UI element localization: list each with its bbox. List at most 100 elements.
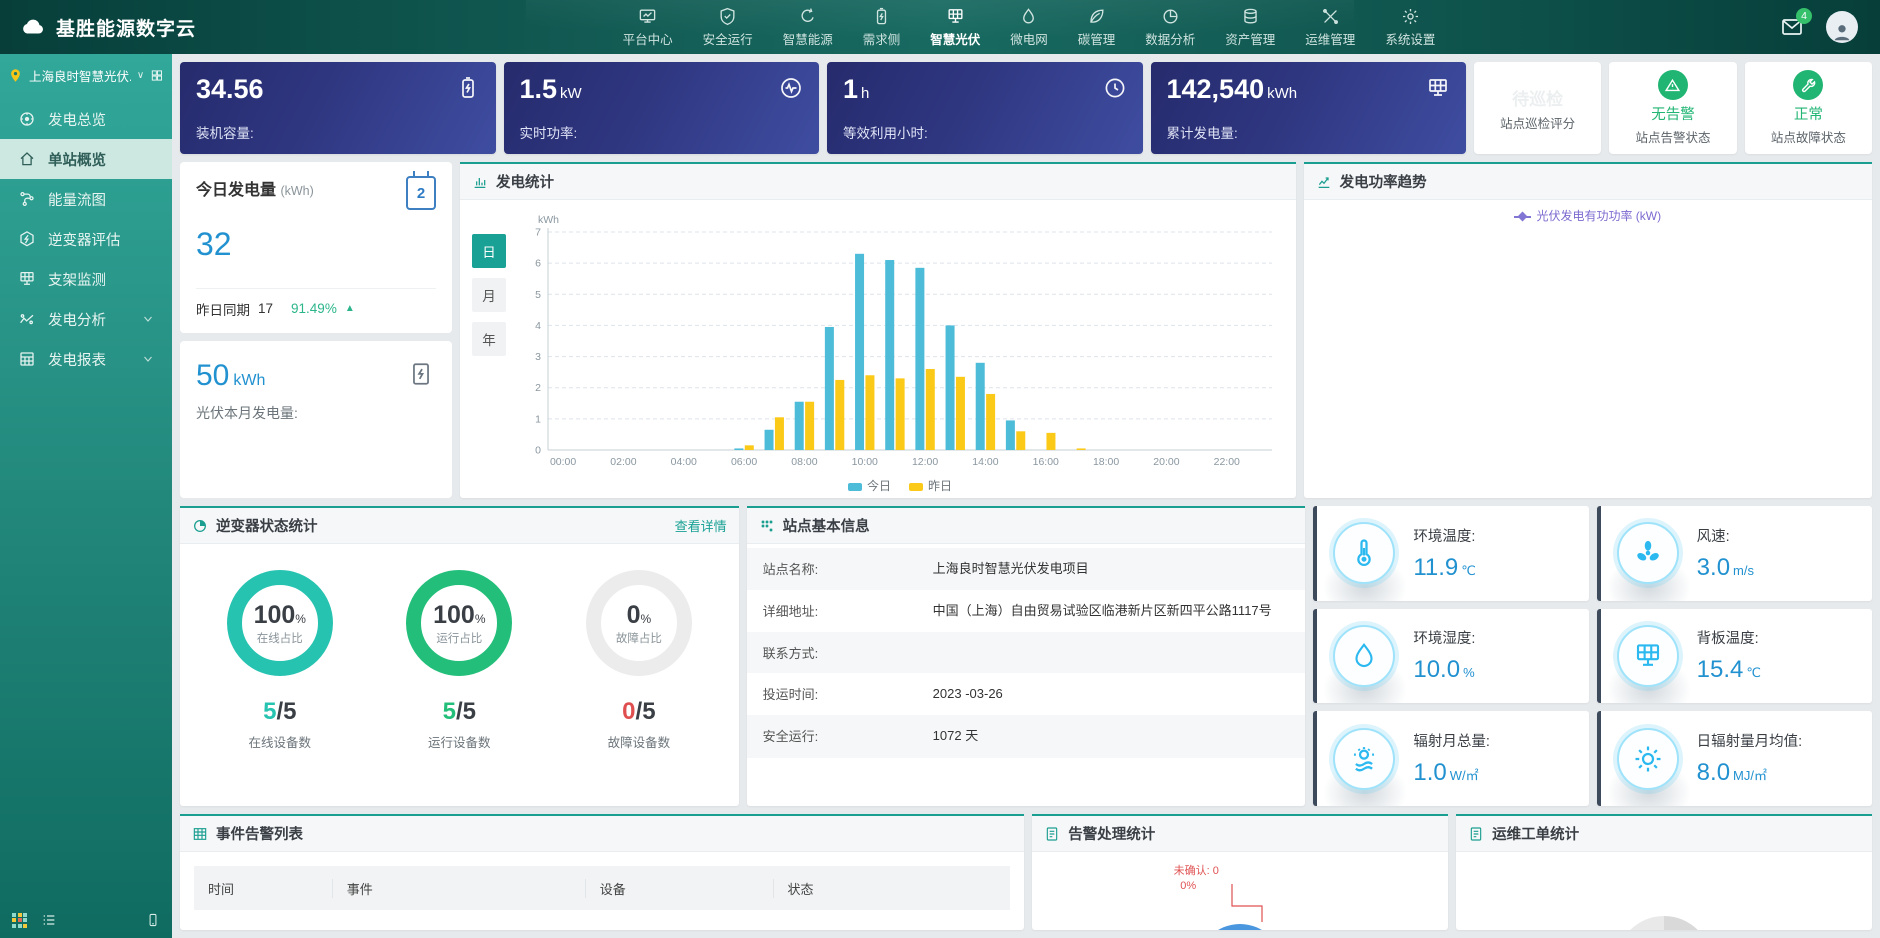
site-info-panel: 站点基本信息 站点名称: 上海良时智慧光伏发电项目 详细地址: 中国（上海）自由…: [747, 506, 1306, 806]
month-generation-label: 光伏本月发电量:: [196, 403, 436, 423]
power-trend-panel: 发电功率趋势 024681000:0002:0004:0006:0008:001…: [1304, 162, 1872, 498]
nav-item-label: 需求侧: [863, 29, 901, 48]
station-name: 上海良时智慧光伏...: [29, 66, 131, 85]
panel-header: 站点基本信息: [747, 508, 1306, 544]
nav-item[interactable]: 安全运行: [701, 3, 755, 52]
view-details-link[interactable]: 查看详情: [675, 516, 727, 535]
status-card: 正常 站点故障状态: [1745, 62, 1872, 154]
station-grid-button[interactable]: [150, 68, 164, 83]
status-card: 无告警 站点告警状态: [1609, 62, 1736, 154]
panel-title: 告警处理统计: [1068, 823, 1155, 844]
nav-item[interactable]: 数据分析: [1143, 3, 1197, 52]
panel-title: 逆变器状态统计: [216, 515, 318, 536]
panel-header: 发电功率趋势: [1304, 164, 1872, 200]
weather-icon: [1349, 744, 1379, 774]
mobile-icon[interactable]: [146, 913, 160, 927]
sidebar-item[interactable]: 能量流图: [0, 179, 172, 219]
brand: 基胜能源数字云: [0, 14, 300, 41]
nav-item-icon: [718, 7, 737, 26]
nav-item[interactable]: 碳管理: [1076, 3, 1118, 52]
legend-item[interactable]: 今日: [848, 477, 891, 494]
sidebar-item[interactable]: 发电报表: [0, 339, 172, 379]
sidebar-item[interactable]: 发电分析: [0, 299, 172, 339]
sidebar-item-label: 单站概览: [48, 149, 106, 170]
alarm-callout: 未确认: 0 0%: [1174, 862, 1219, 892]
power-line-chart[interactable]: 024681000:0002:0004:0006:0008:0010:0012:…: [1312, 208, 1864, 226]
list-icon[interactable]: [41, 912, 57, 928]
nav-item[interactable]: 智慧光伏: [928, 3, 982, 52]
weather-value: 15.4℃: [1697, 656, 1761, 684]
status-icon: [1793, 70, 1823, 100]
stat-icon: [456, 76, 480, 100]
nav-right: 4: [1758, 11, 1880, 43]
work-order-panel: 运维工单统计: [1456, 814, 1872, 930]
donut-percent: 100%: [433, 601, 485, 630]
top-navbar: 基胜能源数字云 平台中心 安全运行 智慧能源 需求侧 智慧光伏 微电网: [0, 0, 1880, 54]
period-tabs: 日月年: [470, 210, 512, 496]
panel-header: 告警处理统计: [1032, 816, 1448, 852]
panel-title: 运维工单统计: [1492, 823, 1579, 844]
table-icon: [192, 826, 208, 842]
pie-chart-icon: [192, 518, 208, 534]
work-order-pie-chart[interactable]: [1616, 916, 1712, 930]
chevron-down-icon: ∨: [137, 70, 144, 81]
palette-grid-icon[interactable]: [12, 913, 27, 928]
svg-text:1: 1: [535, 413, 541, 425]
panel-title: 发电统计: [496, 171, 554, 192]
weather-value: 11.9℃: [1413, 554, 1476, 582]
sidebar-item-label: 逆变器评估: [48, 229, 121, 250]
donut-label: 故障占比: [616, 630, 662, 646]
stat-label: 等效利用小时:: [843, 122, 1127, 142]
device-count: 5/5: [263, 698, 296, 726]
legend-item[interactable]: 光伏发电有功功率 (kW): [1514, 207, 1661, 224]
messages-button[interactable]: 4: [1780, 15, 1804, 39]
weather-icon-circle: [1333, 625, 1395, 687]
nav-item[interactable]: 系统设置: [1383, 3, 1437, 52]
weather-label: 风速:: [1697, 525, 1754, 546]
alarm-pie-chart[interactable]: [1197, 924, 1283, 930]
weather-text: 辐射月总量: 1.0W/㎡: [1413, 730, 1490, 787]
svg-text:06:00: 06:00: [731, 456, 757, 468]
generation-bar-chart[interactable]: 0123456700:0002:0004:0006:0008:0010:0012…: [512, 210, 1288, 496]
info-label: 联系方式:: [763, 643, 933, 662]
yesterday-compare: 昨日同期 17 91.49% ▲: [196, 288, 436, 319]
nav-item[interactable]: 需求侧: [861, 3, 903, 52]
sidebar-item[interactable]: 逆变器评估: [0, 219, 172, 259]
stat-value: 142,540kWh: [1167, 74, 1451, 105]
sidebar-item[interactable]: 支架监测: [0, 259, 172, 299]
sidebar-menu: 发电总览 单站概览 能量流图 逆变器评估 支架监测: [0, 99, 172, 379]
user-avatar[interactable]: [1826, 11, 1858, 43]
sidebar-item[interactable]: 发电总览: [0, 99, 172, 139]
tab-日[interactable]: 日: [472, 234, 506, 268]
stat-label: 累计发电量:: [1167, 122, 1451, 142]
panel-header: 事件告警列表: [180, 816, 1024, 852]
stat-icon: [779, 76, 803, 100]
svg-text:10:00: 10:00: [852, 456, 878, 468]
weather-grid: 环境温度: 11.9℃ 风速: 3.0m/s: [1313, 506, 1872, 806]
site-info-row: 联系方式:: [747, 632, 1306, 673]
status-value: 正常: [1794, 103, 1823, 124]
weather-card: 环境湿度: 10.0%: [1313, 609, 1588, 704]
nav-item[interactable]: 资产管理: [1223, 3, 1277, 52]
nav-item[interactable]: 平台中心: [621, 3, 675, 52]
nav-item-icon: [1019, 7, 1038, 26]
status-cards: 待巡检 站点巡检评分 无告警 站点告警状态 正常 站点故障状态: [1474, 62, 1872, 154]
stat-card: 1.5kW 实时功率:: [504, 62, 820, 154]
nav-item-label: 平台中心: [623, 29, 673, 48]
sidebar-item[interactable]: 单站概览: [0, 139, 172, 179]
weather-icon: [1633, 538, 1663, 568]
weather-text: 环境湿度: 10.0%: [1413, 627, 1475, 684]
nav-item[interactable]: 运维管理: [1303, 3, 1357, 52]
nav-item[interactable]: 微电网: [1008, 3, 1050, 52]
tab-年[interactable]: 年: [472, 322, 506, 356]
status-label: 站点巡检评分: [1500, 113, 1575, 132]
weather-text: 环境温度: 11.9℃: [1413, 525, 1476, 582]
sidebar-item-label: 发电报表: [48, 349, 106, 370]
legend-item[interactable]: 昨日: [909, 477, 952, 494]
sidebar-item-icon: [18, 310, 36, 328]
station-selector[interactable]: 上海良时智慧光伏... ∨: [8, 66, 164, 85]
donut-stat: 0% 故障占比 0/5 故障设备数: [586, 570, 692, 806]
tab-月[interactable]: 月: [472, 278, 506, 312]
nav-item[interactable]: 智慧能源: [781, 3, 835, 52]
charts-row: 今日发电量 (kWh) 2 32 昨日同期 17 91.49% ▲ 50kWh …: [180, 162, 1872, 498]
